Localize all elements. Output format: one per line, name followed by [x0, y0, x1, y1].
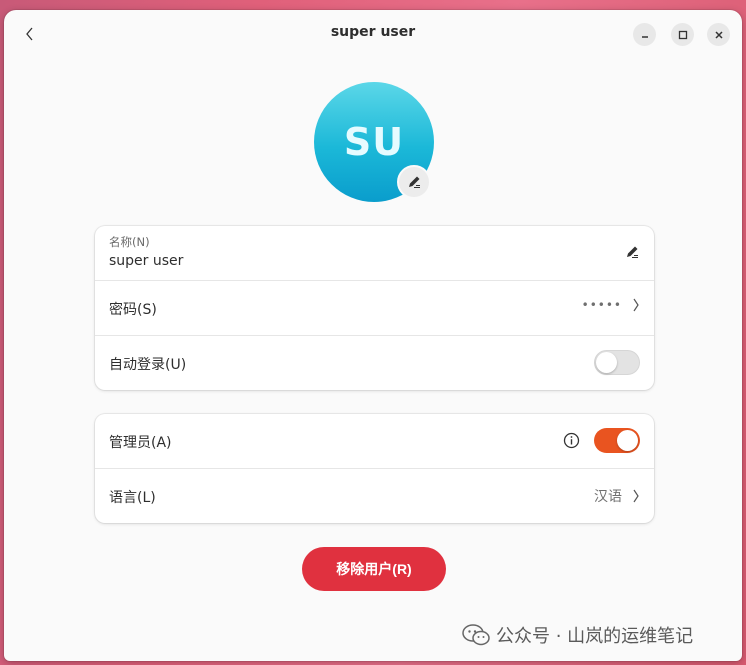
info-icon[interactable]: [563, 432, 580, 449]
password-mask: •••••: [581, 298, 622, 312]
remove-user-button[interactable]: 移除用户(R): [302, 547, 446, 591]
chevron-right-icon: [633, 489, 639, 503]
window-title: super user: [330, 24, 416, 40]
toggle-knob: [617, 430, 638, 451]
wechat-icon: [462, 624, 490, 646]
edit-name-button[interactable]: [624, 244, 640, 260]
watermark-text: 公众号 · 山岚的运维笔记: [496, 626, 694, 647]
maximize-icon: [678, 30, 687, 39]
autologin-row: 自动登录(U): [95, 336, 654, 390]
name-row: 名称(N) super user: [95, 226, 654, 281]
minimize-icon: [641, 35, 648, 38]
watermark: 公众号 · 山岚的运维笔记: [462, 622, 693, 648]
toggle-knob: [596, 352, 617, 373]
edit-avatar-button[interactable]: [397, 165, 431, 199]
name-value[interactable]: super user: [109, 253, 183, 269]
pencil-icon: [409, 176, 420, 188]
minimize-button[interactable]: [633, 23, 656, 46]
language-value: 汉语: [594, 489, 622, 505]
password-label: 密码(S): [109, 302, 157, 318]
admin-row: 管理员(A): [95, 414, 654, 469]
account-card: 名称(N) super user 密码(S) ••••• 自动登录(U): [95, 226, 654, 390]
pencil-icon: [627, 246, 638, 258]
close-icon: [714, 30, 723, 39]
language-label: 语言(L): [109, 490, 156, 506]
admin-toggle[interactable]: [594, 428, 640, 453]
admin-label: 管理员(A): [109, 435, 172, 451]
titlebar: super user: [4, 10, 742, 58]
chevron-right-icon: [633, 298, 639, 312]
autologin-toggle[interactable]: [594, 350, 640, 375]
avatar-initials: SU: [343, 120, 405, 164]
close-button[interactable]: [707, 23, 730, 46]
language-row[interactable]: 语言(L) 汉语: [95, 469, 654, 523]
settings-card: 管理员(A) 语言(L) 汉语: [95, 414, 654, 523]
autologin-label: 自动登录(U): [109, 357, 187, 373]
user-settings-window: super user SU 名称(N) super user 密码(S) •••…: [4, 10, 742, 661]
password-row[interactable]: 密码(S) •••••: [95, 281, 654, 336]
name-label: 名称(N): [109, 235, 150, 249]
maximize-button[interactable]: [671, 23, 694, 46]
